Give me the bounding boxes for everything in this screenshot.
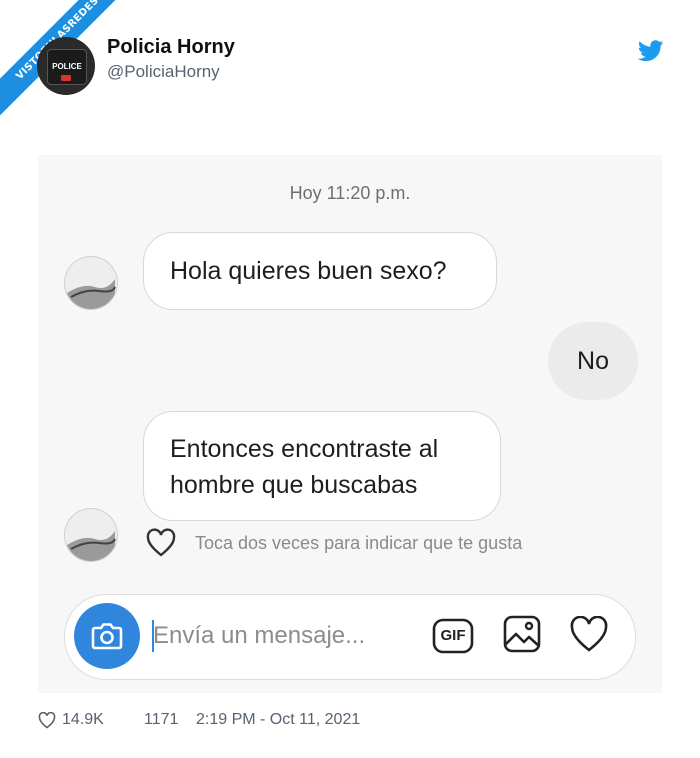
message-text-line: hombre que buscabas [170, 471, 418, 499]
message-text-line: Entonces encontraste al [170, 435, 439, 463]
message-text: Hola quieres buen sexo? [170, 257, 447, 285]
like-count: 14.9K [62, 711, 104, 728]
twitter-bird-icon[interactable] [638, 40, 664, 62]
message-bubble-outgoing[interactable]: No [548, 322, 638, 400]
message-input[interactable]: Envía un mensaje... [153, 622, 365, 650]
message-bubble-incoming[interactable]: Hola quieres buen sexo? [143, 232, 497, 310]
camera-button[interactable] [74, 603, 140, 669]
like-icon[interactable] [38, 712, 56, 729]
double-tap-hint: Toca dos veces para indicar que te gusta [195, 533, 523, 553]
retweet-count: 1171 [144, 711, 179, 728]
heart-icon[interactable] [568, 616, 610, 654]
sender-avatar[interactable] [64, 508, 118, 562]
sender-avatar[interactable] [64, 256, 118, 310]
author-avatar[interactable]: POLICE [37, 37, 95, 95]
camera-icon [91, 623, 123, 650]
tweet-timestamp[interactable]: 2:19 PM - Oct 11, 2021 [196, 711, 360, 729]
author-handle[interactable]: @PoliciaHorny [107, 62, 220, 82]
message-text: No [577, 347, 609, 375]
badge-flag [61, 75, 71, 81]
heart-icon[interactable] [145, 528, 177, 558]
gif-button[interactable]: GIF [431, 617, 475, 655]
image-icon[interactable] [502, 614, 542, 654]
gif-label: GIF [440, 627, 466, 644]
author-name[interactable]: Policia Horny [107, 36, 235, 59]
message-bubble-incoming[interactable]: Entonces encontraste al hombre que busca… [143, 411, 501, 521]
chat-time-header: Hoy 11:20 p.m. [289, 183, 411, 203]
